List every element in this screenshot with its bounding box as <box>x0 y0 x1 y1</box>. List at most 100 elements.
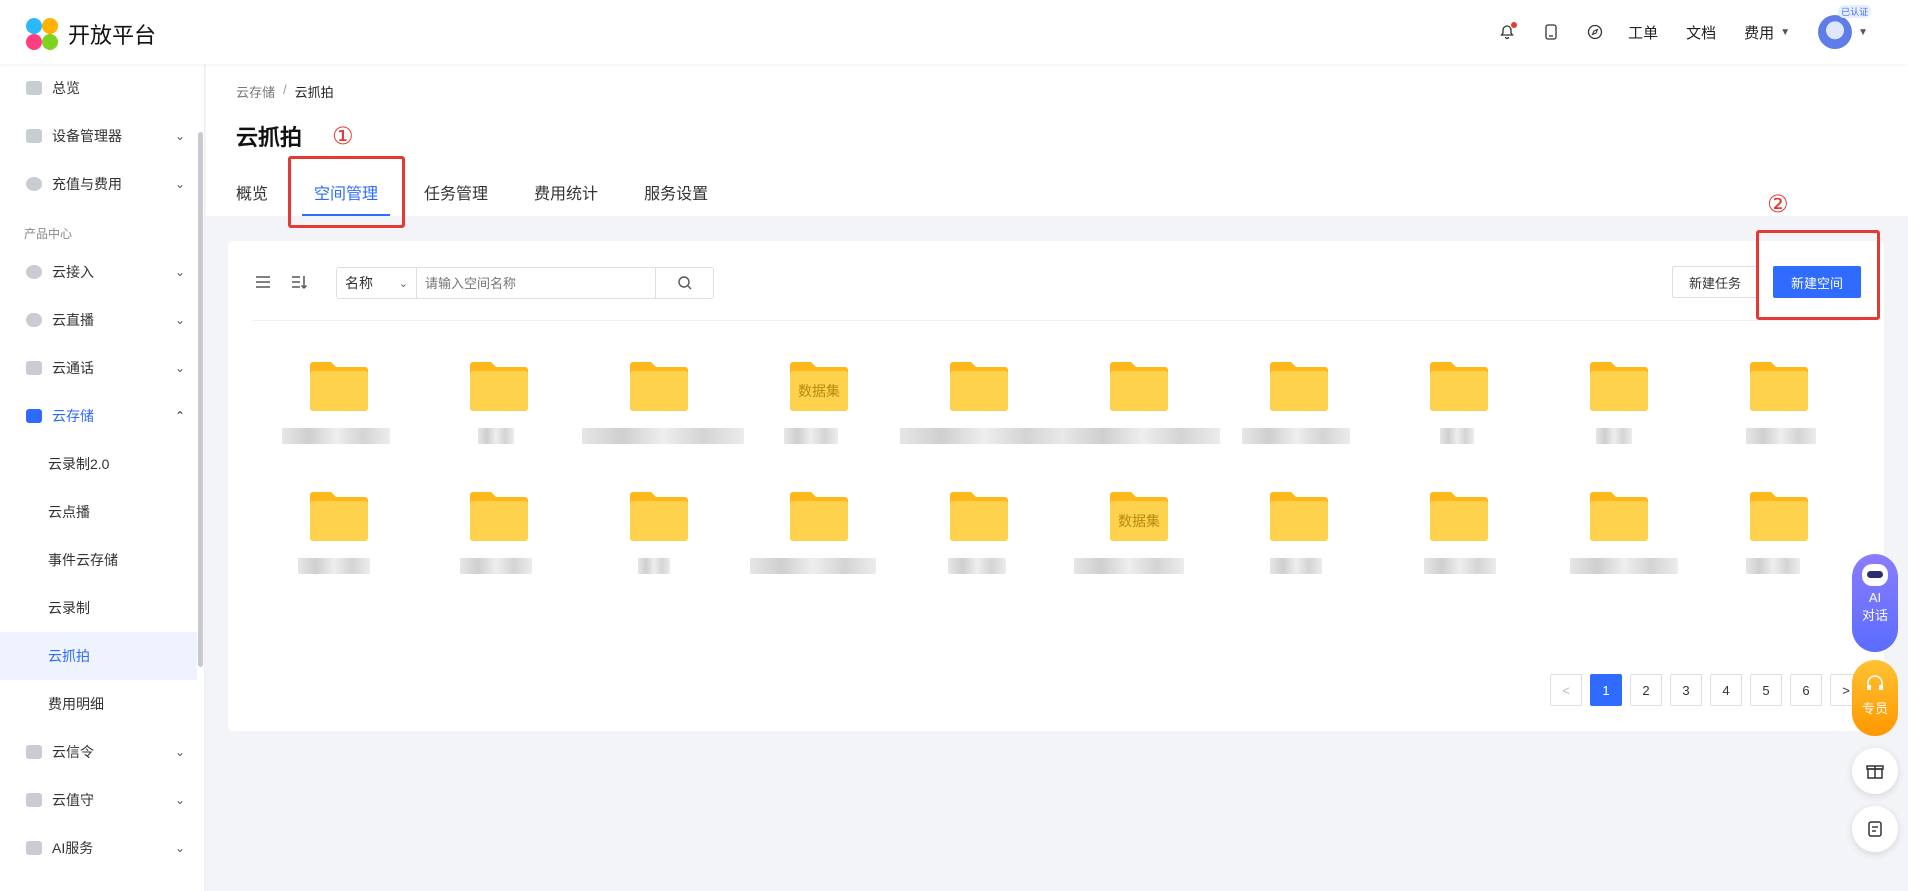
sidebar-item-label: 云接入 <box>52 264 94 280</box>
folder-item[interactable] <box>1704 489 1844 599</box>
logo-icon <box>24 16 60 52</box>
folder-item[interactable] <box>1064 359 1220 469</box>
folder-icon <box>1750 492 1808 541</box>
avatar-caret-icon[interactable]: ▼ <box>1858 27 1868 38</box>
sidebar-subitem-active[interactable]: 云抓拍 <box>0 632 197 680</box>
search-button[interactable] <box>655 268 713 298</box>
device-icon <box>26 129 42 143</box>
cloud-icon <box>26 313 42 327</box>
folder-item[interactable] <box>424 359 564 469</box>
folder-icon <box>1750 362 1808 411</box>
gift-button[interactable] <box>1852 748 1898 794</box>
folder-name-blurred <box>282 428 390 444</box>
page-button-4[interactable]: 4 <box>1710 674 1742 706</box>
folder-icon <box>630 362 688 411</box>
sidebar-item-cloud-signal[interactable]: 云信令 ⌄ <box>0 728 197 776</box>
sidebar-scrollbar[interactable] <box>198 132 203 667</box>
sidebar-item-label: 设备管理器 <box>52 128 122 144</box>
tab-task-management[interactable]: 任务管理 <box>412 180 500 216</box>
sidebar-item-label: 云值守 <box>52 792 94 808</box>
sidebar-item-overview[interactable]: 总览 <box>0 64 197 112</box>
chevron-up-icon: ⌃ <box>174 409 185 423</box>
search-input[interactable] <box>417 268 655 298</box>
folder-item[interactable] <box>1544 489 1684 599</box>
folder-item-dataset[interactable]: 数据集 <box>744 359 884 469</box>
page-title: 云抓拍 <box>236 125 303 150</box>
folder-item[interactable] <box>1224 489 1364 599</box>
tab-service-settings[interactable]: 服务设置 <box>632 180 720 216</box>
new-task-button[interactable]: 新建任务 <box>1672 266 1758 298</box>
fees-menu[interactable]: 费用 ▼ <box>1744 22 1790 43</box>
bell-icon[interactable] <box>1496 21 1518 43</box>
folder-name-blurred <box>1074 558 1184 574</box>
folder-item[interactable] <box>900 359 1068 469</box>
prev-page-button[interactable]: < <box>1550 674 1582 706</box>
folder-item[interactable] <box>1704 359 1844 469</box>
sidebar-item-cloud-guard[interactable]: 云值守 ⌄ <box>0 776 197 824</box>
docs-link[interactable]: 文档 <box>1686 22 1716 43</box>
sidebar-item-cloud-live[interactable]: 云直播 ⌄ <box>0 296 197 344</box>
message-icon <box>26 745 42 759</box>
tab-overview[interactable]: 概览 <box>236 180 280 216</box>
sidebar-item-cloud-call[interactable]: 云通话 ⌄ <box>0 344 197 392</box>
sidebar-subitem-label: 费用明细 <box>48 696 104 712</box>
folder-item[interactable] <box>1384 489 1524 599</box>
folder-name-blurred <box>1064 428 1220 444</box>
breadcrumb-parent[interactable]: 云存储 <box>236 82 275 101</box>
tab-fee-statistics[interactable]: 费用统计 <box>522 180 610 216</box>
search-field-select[interactable]: 名称 ⌄ <box>337 268 417 298</box>
list-view-icon[interactable] <box>254 273 272 291</box>
page-button-1[interactable]: 1 <box>1590 674 1622 706</box>
annotation-number-1: ① <box>332 123 354 150</box>
space-list-card: 名称 ⌄ 新建任务 新建空间 数据集 <box>228 241 1884 731</box>
folder-name-blurred <box>784 428 838 444</box>
mobile-icon[interactable] <box>1540 21 1562 43</box>
folder-item[interactable] <box>1224 359 1364 469</box>
page-button-5[interactable]: 5 <box>1750 674 1782 706</box>
folder-item[interactable] <box>264 359 404 469</box>
ai-chat-button[interactable]: AI 对话 <box>1852 554 1898 652</box>
ticket-link[interactable]: 工单 <box>1628 22 1658 43</box>
specialist-button[interactable]: 专员 <box>1852 660 1898 736</box>
folder-item[interactable] <box>1544 359 1684 469</box>
folder-item[interactable] <box>904 489 1044 599</box>
page-button-3[interactable]: 3 <box>1670 674 1702 706</box>
folder-icon <box>1590 362 1648 411</box>
sidebar-subitem[interactable]: 云录制2.0 <box>0 440 197 488</box>
sidebar-subitem[interactable]: 费用明细 <box>0 680 197 728</box>
folder-item[interactable] <box>424 489 564 599</box>
storage-icon <box>26 409 42 423</box>
note-edit-icon <box>1868 821 1882 837</box>
sidebar-item-recharge[interactable]: 充值与费用 ⌄ <box>0 160 197 208</box>
folder-name-blurred <box>478 428 514 444</box>
dataset-label: 数据集 <box>1118 513 1160 529</box>
logo[interactable]: 开放平台 <box>24 16 156 52</box>
folder-item[interactable] <box>584 489 724 599</box>
feedback-button[interactable] <box>1852 806 1898 852</box>
page-button-2[interactable]: 2 <box>1630 674 1662 706</box>
folder-item[interactable] <box>264 489 404 599</box>
folder-icon <box>1270 362 1328 411</box>
folder-icon <box>950 492 1008 541</box>
sidebar-item-cloud-storage[interactable]: 云存储 ⌃ <box>0 392 197 440</box>
folder-item-dataset[interactable]: 数据集 <box>1064 489 1204 599</box>
dataset-label: 数据集 <box>798 383 840 399</box>
folder-item[interactable] <box>744 489 884 599</box>
sidebar-subitem[interactable]: 云录制 <box>0 584 197 632</box>
compass-icon[interactable] <box>1584 21 1606 43</box>
chevron-down-icon: ⌄ <box>174 841 185 855</box>
sidebar-item-cloud-access[interactable]: 云接入 ⌄ <box>0 248 197 296</box>
sidebar-subitem[interactable]: 云点播 <box>0 488 197 536</box>
folder-icon <box>310 492 368 541</box>
avatar[interactable]: 已认证 <box>1818 5 1872 49</box>
sidebar-item-ai-service[interactable]: AI服务 ⌄ <box>0 824 197 872</box>
folder-name-blurred <box>1746 428 1816 444</box>
specialist-label: 专员 <box>1861 701 1888 716</box>
folder-item[interactable] <box>1384 359 1524 469</box>
folder-item[interactable] <box>582 359 744 469</box>
page-button-6[interactable]: 6 <box>1790 674 1822 706</box>
sidebar-subitem[interactable]: 事件云存储 <box>0 536 197 584</box>
sort-icon[interactable] <box>290 273 308 291</box>
sidebar-item-device-manager[interactable]: 设备管理器 ⌄ <box>0 112 197 160</box>
breadcrumb-current: 云抓拍 <box>294 85 334 100</box>
